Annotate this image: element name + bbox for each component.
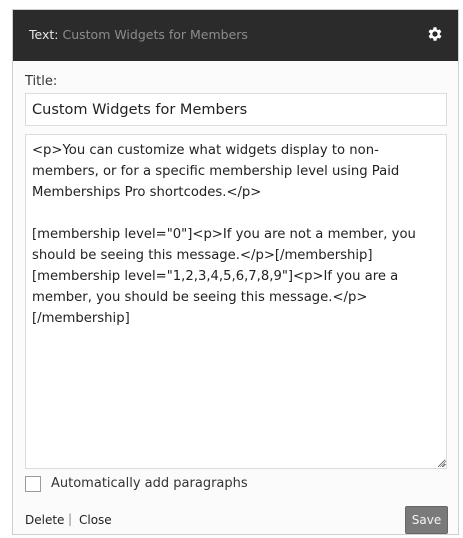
widget-title: Text: Custom Widgets for Members (29, 27, 248, 42)
save-button[interactable]: Save (405, 506, 448, 534)
content-textarea[interactable]: <p>You can customize what widgets displa… (25, 134, 447, 469)
title-field-label: Title: (25, 74, 58, 89)
autop-checkbox-label[interactable]: Automatically add paragraphs (51, 476, 248, 491)
resize-grip-icon[interactable] (439, 460, 447, 468)
widget-title-name: Custom Widgets for Members (62, 27, 248, 42)
autop-checkbox[interactable] (25, 476, 41, 492)
widget-type-label: Text: (29, 27, 59, 42)
title-input[interactable] (25, 93, 447, 126)
widget-title-bar[interactable]: Text: Custom Widgets for Members (13, 10, 458, 61)
text-widget-panel: Text: Custom Widgets for Members Title: … (12, 9, 459, 535)
close-link[interactable]: Close (79, 513, 112, 527)
gear-icon[interactable] (426, 25, 444, 43)
delete-link[interactable]: Delete (25, 513, 64, 527)
link-separator: | (68, 512, 73, 526)
